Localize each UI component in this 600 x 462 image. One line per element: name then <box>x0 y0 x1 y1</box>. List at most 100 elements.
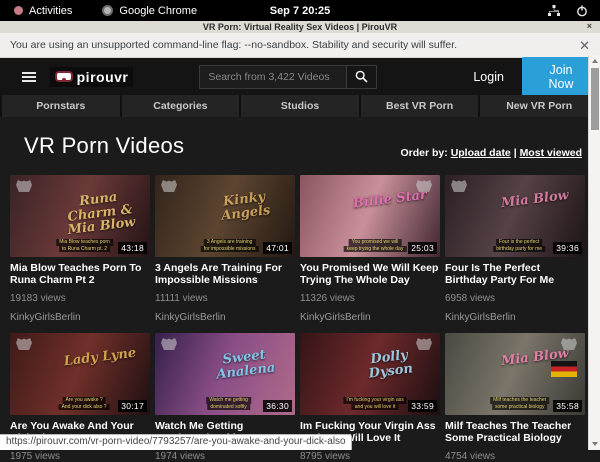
infobar-message: You are using an unsupported command-lin… <box>10 39 457 51</box>
vertical-scrollbar[interactable] <box>588 55 600 450</box>
logo-text: pirouvr <box>77 69 129 85</box>
menu-item-categories[interactable]: Categories <box>122 95 240 117</box>
thumbnail-caption: Four is the perfectbirthday party for me <box>493 239 545 252</box>
search-button[interactable] <box>347 65 377 89</box>
system-top-bar: Activities Google Chrome Sep 7 20:25 <box>0 0 600 21</box>
thumbnail-caption: Are you awake ?And your dick also ? <box>59 397 110 410</box>
order-upload-date-link[interactable]: Upload date <box>451 147 511 159</box>
chrome-infobar: You are using an unsupported command-lin… <box>0 33 600 58</box>
menu-item-new-vr-porn[interactable]: New VR Porn <box>480 95 598 117</box>
app-menu-button[interactable]: Google Chrome <box>102 5 197 17</box>
video-thumbnail[interactable]: Mia Blow Four is the perfectbirthday part… <box>445 175 585 257</box>
studio-link[interactable]: KinkyGirlsBerlin <box>155 312 295 323</box>
activities-label: Activities <box>29 5 72 17</box>
scroll-up-icon[interactable] <box>592 59 598 63</box>
thumbnail-caption: Mia Blow teaches pornto Runa Charm pt. 2 <box>56 239 113 252</box>
german-flag-icon <box>551 361 577 377</box>
caption-line-2: some practical biology <box>492 404 547 411</box>
duration-badge: 30:17 <box>118 400 147 412</box>
video-grid: Runa Charm & Mia BlowMia Blow teaches po… <box>10 175 588 462</box>
duration-badge: 25:03 <box>408 242 437 254</box>
caption-line-2: and you will love it <box>352 404 399 411</box>
video-thumbnail[interactable]: Sweet AnalenaWatch me gettingdominated s… <box>155 333 295 415</box>
thumbnail-performer-name: Lady Lyne <box>57 346 142 370</box>
video-thumbnail[interactable]: Mia BlowMilf teaches the teachersome pra… <box>445 333 585 415</box>
search-input[interactable] <box>199 65 347 89</box>
search-icon <box>355 70 368 83</box>
video-title-link[interactable]: Milf Teaches The Teacher Some Practical … <box>445 420 585 445</box>
view-count: 1974 views <box>155 451 295 462</box>
chrome-icon <box>102 5 113 16</box>
studio-cat-mask-icon <box>16 337 32 350</box>
menu-item-studios[interactable]: Studios <box>241 95 359 117</box>
thumbnail-performer-name: Dolly Dyson <box>346 346 433 383</box>
video-card[interactable]: Mia Blow Four is the perfectbirthday part… <box>445 175 585 323</box>
app-name-label: Google Chrome <box>119 5 197 17</box>
site-navbar: pirouvr Login Join Now <box>0 58 600 95</box>
duration-badge: 39:36 <box>553 242 582 254</box>
vr-goggles-icon <box>55 71 73 82</box>
video-thumbnail[interactable]: Lady Lyne Are you awake ?And your dick al… <box>10 333 150 415</box>
network-icon[interactable] <box>548 5 560 17</box>
view-count: 6958 views <box>445 293 585 304</box>
caption-line-2: for impossible missions <box>201 246 259 253</box>
studio-link[interactable]: KinkyGirlsBerlin <box>300 312 440 323</box>
tab-title: VR Porn: Virtual Reality Sex Videos | Pi… <box>203 22 397 32</box>
view-count: 11111 views <box>155 293 295 304</box>
view-count: 8795 views <box>300 451 440 462</box>
menu-item-best-vr-porn[interactable]: Best VR Porn <box>361 95 479 117</box>
video-title-link[interactable]: 3 Angels Are Training For Impossible Mis… <box>155 262 295 287</box>
video-card[interactable]: Runa Charm & Mia BlowMia Blow teaches po… <box>10 175 150 323</box>
menu-item-pornstars[interactable]: Pornstars <box>2 95 120 117</box>
infobar-close-icon[interactable]: ✕ <box>579 39 590 52</box>
video-card[interactable]: Kinky Angels3 Angels are trainingfor imp… <box>155 175 295 323</box>
thumbnail-caption: I'm fucking your virgin assand you will … <box>343 397 406 410</box>
studio-cat-mask-icon <box>451 179 467 192</box>
thumbnail-performer-name: Sweet Analena <box>201 346 288 383</box>
view-count: 19183 views <box>10 293 150 304</box>
duration-badge: 35:58 <box>553 400 582 412</box>
scrollbar-thumb[interactable] <box>591 68 599 130</box>
scroll-down-icon[interactable] <box>592 442 598 446</box>
video-card[interactable]: Mia BlowMilf teaches the teachersome pra… <box>445 333 585 462</box>
clock[interactable]: Sep 7 20:25 <box>270 5 331 17</box>
video-thumbnail[interactable]: Kinky Angels3 Angels are trainingfor imp… <box>155 175 295 257</box>
video-title-link[interactable]: Four Is The Perfect Birthday Party For M… <box>445 262 585 287</box>
video-title-link[interactable]: Mia Blow Teaches Porn To Runa Charm Pt 2 <box>10 262 150 287</box>
page-content: pirouvr Login Join Now PornstarsCategori… <box>0 58 600 450</box>
caption-line-2: birthday party for me <box>493 246 545 253</box>
video-title-link[interactable]: You Promised We Will Keep Trying The Who… <box>300 262 440 287</box>
caption-line-2: And your dick also ? <box>59 404 110 411</box>
main-menu: PornstarsCategoriesStudiosBest VR PornNe… <box>0 95 600 117</box>
view-count: 1975 views <box>10 451 150 462</box>
order-by: Order by: Upload date | Most viewed <box>401 147 583 159</box>
studio-cat-mask-icon <box>161 179 177 192</box>
thumbnail-performer-name: Mia Blow <box>492 188 577 212</box>
login-link[interactable]: Login <box>473 70 504 84</box>
video-thumbnail[interactable]: Runa Charm & Mia BlowMia Blow teaches po… <box>10 175 150 257</box>
video-thumbnail[interactable]: Billie StarYou promised we willkeep tryi… <box>300 175 440 257</box>
view-count: 11326 views <box>300 293 440 304</box>
status-url: https://pirouvr.com/vr-porn-video/779325… <box>6 436 346 447</box>
studio-link[interactable]: KinkyGirlsBerlin <box>10 312 150 323</box>
thumbnail-performer-name: Runa Charm & Mia Blow <box>55 188 143 239</box>
search-box <box>199 65 377 89</box>
video-card[interactable]: Billie StarYou promised we willkeep tryi… <box>300 175 440 323</box>
thumbnail-performer-name: Billie Star <box>347 188 432 212</box>
page-title: VR Porn Videos <box>24 133 184 159</box>
tab-close-icon[interactable]: × <box>587 21 592 31</box>
duration-badge: 33:59 <box>408 400 437 412</box>
view-count: 4754 views <box>445 451 585 462</box>
site-logo[interactable]: pirouvr <box>50 67 134 87</box>
studio-cat-mask-icon <box>161 337 177 350</box>
recording-indicator-icon <box>14 6 23 15</box>
power-icon[interactable] <box>576 5 588 17</box>
caption-line-2: dominated softly <box>207 404 249 411</box>
browser-tab-bar[interactable]: VR Porn: Virtual Reality Sex Videos | Pi… <box>0 21 600 33</box>
hamburger-menu-icon[interactable] <box>22 70 36 84</box>
studio-link[interactable]: KinkyGirlsBerlin <box>445 312 585 323</box>
caption-line-2: keep trying the whole day <box>344 246 407 253</box>
activities-button[interactable]: Activities <box>14 5 72 17</box>
video-thumbnail[interactable]: Dolly Dyson I'm fucking your virgin assan… <box>300 333 440 415</box>
order-most-viewed-link[interactable]: Most viewed <box>520 147 582 159</box>
